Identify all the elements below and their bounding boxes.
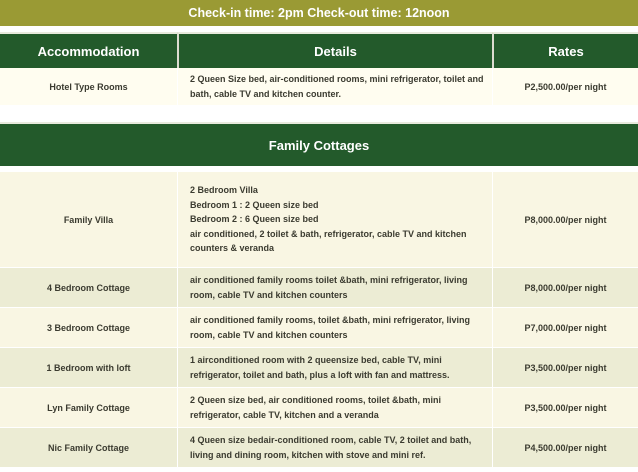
details-line: room, cable TV and kitchen counters [190, 289, 348, 300]
table-row: 1 Bedroom with loft 1 airconditioned roo… [0, 348, 638, 388]
details-line: 2 Bedroom Villa [190, 185, 258, 196]
hotel-rates-table: Accommodation Details Rates Hotel Type R… [0, 32, 638, 106]
details-line: 2 Queen Size bed, air-conditioned rooms,… [190, 74, 484, 84]
accommodation-rate: P7,000.00/per night [492, 308, 638, 348]
family-cottages-table: Family Villa 2 Bedroom Villa Bedroom 1 :… [0, 172, 638, 468]
table-row: Family Villa 2 Bedroom Villa Bedroom 1 :… [0, 172, 638, 268]
accommodation-rate: P3,500.00/per night [492, 388, 638, 428]
accommodation-rate: P8,000.00/per night [492, 268, 638, 308]
details-line: Bedroom 1 : 2 Queen size bed [190, 199, 319, 210]
details-line: air conditioned family rooms toilet &bat… [190, 275, 468, 285]
details-line: Bedroom 2 : 6 Queen size bed [190, 214, 319, 225]
section-title-family-cottages: Family Cottages [0, 122, 638, 166]
accommodation-name: Nic Family Cottage [0, 428, 177, 468]
header-details: Details [177, 32, 492, 68]
details-line: 2 Queen size bed, air conditioned rooms,… [190, 395, 442, 405]
accommodation-details: air conditioned family rooms toilet &bat… [177, 268, 492, 308]
header-rates: Rates [492, 32, 638, 68]
table-header-row: Accommodation Details Rates [0, 32, 638, 68]
accommodation-details: 2 Queen Size bed, air-conditioned rooms,… [177, 68, 492, 106]
accommodation-name: 4 Bedroom Cottage [0, 268, 177, 308]
accommodation-rate: P2,500.00/per night [492, 68, 638, 106]
details-line: refrigerator, toilet and bath, plus a lo… [190, 369, 450, 380]
table-row: 4 Bedroom Cottage air conditioned family… [0, 268, 638, 308]
accommodation-details: 2 Bedroom Villa Bedroom 1 : 2 Queen size… [177, 172, 492, 268]
details-line: air conditioned, 2 toilet & bath, refrig… [190, 228, 467, 239]
details-line: 4 Queen size bedair-conditioned room, ca… [190, 435, 472, 445]
accommodation-rate: P8,000.00/per night [492, 172, 638, 268]
accommodation-name: Family Villa [0, 172, 177, 268]
accommodation-details: air conditioned family rooms, toilet &ba… [177, 308, 492, 348]
details-line: counters & veranda [190, 243, 275, 254]
table-row: 3 Bedroom Cottage air conditioned family… [0, 308, 638, 348]
accommodation-name: Lyn Family Cottage [0, 388, 177, 428]
accommodation-rate: P4,500.00/per night [492, 428, 638, 468]
section-gap [0, 108, 638, 122]
accommodation-details: 4 Queen size bedair-conditioned room, ca… [177, 428, 492, 468]
table-row: Hotel Type Rooms 2 Queen Size bed, air-c… [0, 68, 638, 106]
accommodation-name: 1 Bedroom with loft [0, 348, 177, 388]
table-row: Nic Family Cottage 4 Queen size bedair-c… [0, 428, 638, 468]
details-line: air conditioned family rooms, toilet &ba… [190, 315, 471, 325]
details-line: living and dining room, kitchen with sto… [190, 449, 426, 460]
details-line: room, cable TV and kitchen counters [190, 329, 348, 340]
accommodation-rate: P3,500.00/per night [492, 348, 638, 388]
details-line: refrigerator, cable TV, kitchen and a ve… [190, 409, 379, 420]
accommodation-details: 1 airconditioned room with 2 queensize b… [177, 348, 492, 388]
details-line: bath, cable TV and kitchen counter. [190, 88, 342, 99]
header-accommodation: Accommodation [0, 32, 177, 68]
checkin-banner: Check-in time: 2pm Check-out time: 12noo… [0, 0, 638, 26]
table-row: Lyn Family Cottage 2 Queen size bed, air… [0, 388, 638, 428]
details-line: 1 airconditioned room with 2 queensize b… [190, 355, 442, 365]
accommodation-name: 3 Bedroom Cottage [0, 308, 177, 348]
accommodation-name: Hotel Type Rooms [0, 68, 177, 106]
accommodation-details: 2 Queen size bed, air conditioned rooms,… [177, 388, 492, 428]
